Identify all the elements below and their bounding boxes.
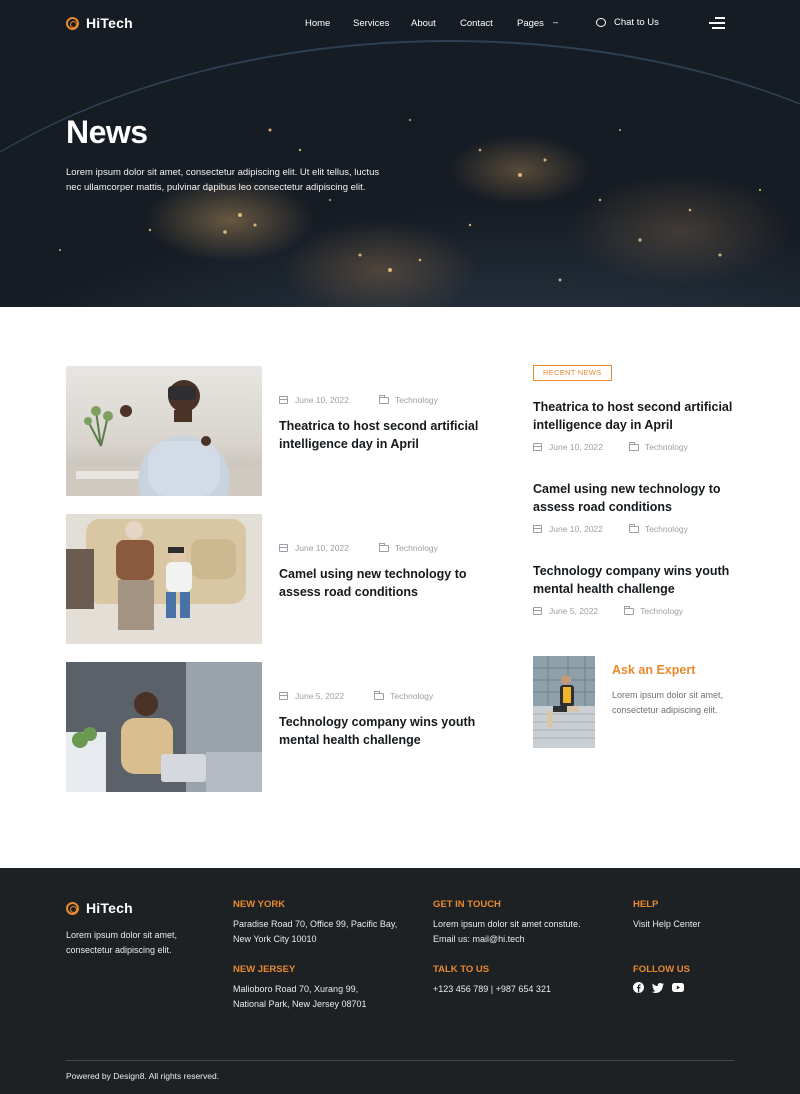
recent-news-meta: June 5, 2022 Technology bbox=[533, 605, 733, 616]
get-in-touch-heading: GET IN TOUCH bbox=[433, 899, 501, 910]
calendar-icon bbox=[279, 692, 288, 700]
twitter-icon[interactable] bbox=[652, 982, 664, 993]
menu-toggle-icon[interactable] bbox=[709, 17, 725, 29]
footer-brand-name: HiTech bbox=[86, 900, 133, 916]
expert-image bbox=[533, 656, 595, 748]
help-center-link[interactable]: Visit Help Center bbox=[633, 917, 700, 932]
new-york-address: Paradise Road 70, Office 99, Pacific Bay… bbox=[233, 919, 398, 944]
recent-news-title[interactable]: Camel using new technology to assess roa… bbox=[533, 480, 733, 516]
new-jersey-heading: NEW JERSEY bbox=[233, 964, 296, 975]
recent-news-title[interactable]: Technology company wins youth mental hea… bbox=[533, 562, 733, 598]
chat-label: Chat to Us bbox=[614, 17, 659, 28]
article-image-laptop-man[interactable] bbox=[66, 662, 262, 792]
chevron-down-icon[interactable]: – bbox=[553, 17, 558, 27]
fingerprint-icon bbox=[66, 901, 79, 915]
ask-expert-text: Lorem ipsum dolor sit amet, consectetur … bbox=[612, 690, 724, 715]
article-date: June 5, 2022 bbox=[295, 691, 345, 701]
nav-services[interactable]: Services bbox=[353, 18, 389, 29]
talk-to-us-heading: TALK TO US bbox=[433, 964, 490, 975]
follow-us-heading: FOLLOW US bbox=[633, 964, 690, 975]
help-heading: HELP bbox=[633, 899, 659, 910]
social-links bbox=[633, 982, 684, 993]
footer-divider bbox=[66, 1060, 734, 1061]
article-title[interactable]: Technology company wins youth mental hea… bbox=[279, 713, 484, 749]
phone-numbers: +123 456 789 | +987 654 321 bbox=[433, 984, 551, 994]
new-jersey-address: Malioboro Road 70, Xurang 99, National P… bbox=[233, 984, 367, 1009]
copyright-text: Powered by Design8. All rights reserved. bbox=[66, 1071, 220, 1081]
ask-expert-title[interactable]: Ask an Expert bbox=[612, 663, 695, 677]
chat-bubble-icon bbox=[596, 18, 606, 27]
brand-logo[interactable]: HiTech bbox=[66, 15, 133, 31]
folder-icon bbox=[374, 690, 385, 700]
article-title[interactable]: Camel using new technology to assess roa… bbox=[279, 565, 484, 601]
recent-news-date: June 5, 2022 bbox=[549, 606, 599, 616]
calendar-icon bbox=[533, 607, 542, 615]
recent-news-meta: June 10, 2022 Technology bbox=[533, 441, 733, 452]
top-navigation: HiTech Home Services About Contact Pages… bbox=[0, 0, 800, 48]
brand-name: HiTech bbox=[86, 15, 133, 31]
recent-news-date: June 10, 2022 bbox=[549, 524, 603, 534]
hero-description: Lorem ipsum dolor sit amet, consectetur … bbox=[66, 167, 380, 193]
recent-news-category[interactable]: Technology bbox=[645, 524, 688, 534]
recent-news-badge: RECENT NEWS bbox=[533, 365, 612, 381]
get-in-touch-text: Lorem ipsum dolor sit amet constute. Ema… bbox=[433, 919, 581, 944]
nav-pages[interactable]: Pages bbox=[517, 18, 544, 29]
folder-icon bbox=[378, 542, 389, 552]
recent-news-title[interactable]: Theatrica to host second artificial inte… bbox=[533, 398, 733, 434]
recent-news-date: June 10, 2022 bbox=[549, 442, 603, 452]
article-category[interactable]: Technology bbox=[395, 395, 438, 405]
footer-logo[interactable]: HiTech bbox=[66, 900, 133, 916]
article-card[interactable]: June 10, 2022 Technology Theatrica to ho… bbox=[66, 366, 486, 496]
folder-icon bbox=[628, 441, 639, 451]
calendar-icon bbox=[279, 544, 288, 552]
article-meta: June 10, 2022 Technology bbox=[279, 542, 438, 553]
folder-icon bbox=[628, 523, 639, 533]
recent-news-meta: June 10, 2022 Technology bbox=[533, 523, 733, 534]
facebook-icon[interactable] bbox=[633, 982, 644, 993]
page-title: News bbox=[66, 114, 148, 150]
article-category[interactable]: Technology bbox=[390, 691, 433, 701]
new-york-heading: NEW YORK bbox=[233, 899, 286, 910]
article-date: June 10, 2022 bbox=[295, 395, 349, 405]
fingerprint-icon bbox=[66, 16, 79, 30]
article-card[interactable]: June 10, 2022 Technology Camel using new… bbox=[66, 514, 486, 644]
calendar-icon bbox=[533, 443, 542, 451]
footer: HiTech Lorem ipsum dolor sit amet, conse… bbox=[0, 868, 800, 1094]
recent-news-item[interactable]: Theatrica to host second artificial inte… bbox=[533, 398, 733, 452]
recent-news-item[interactable]: Camel using new technology to assess roa… bbox=[533, 480, 733, 534]
recent-news-category[interactable]: Technology bbox=[645, 442, 688, 452]
chat-button[interactable]: Chat to Us bbox=[596, 17, 659, 28]
nav-about[interactable]: About bbox=[411, 18, 436, 29]
folder-icon bbox=[378, 394, 389, 404]
article-meta: June 10, 2022 Technology bbox=[279, 394, 438, 405]
nav-contact[interactable]: Contact bbox=[460, 18, 493, 29]
article-category[interactable]: Technology bbox=[395, 543, 438, 553]
article-card[interactable]: June 5, 2022 Technology Technology compa… bbox=[66, 662, 486, 792]
article-meta: June 5, 2022 Technology bbox=[279, 690, 433, 701]
article-image-family-sofa[interactable] bbox=[66, 514, 262, 644]
recent-news-category[interactable]: Technology bbox=[640, 606, 683, 616]
calendar-icon bbox=[533, 525, 542, 533]
nav-home[interactable]: Home bbox=[305, 18, 330, 29]
recent-news-item[interactable]: Technology company wins youth mental hea… bbox=[533, 562, 733, 616]
article-image-vr-headset[interactable] bbox=[66, 366, 262, 496]
footer-description: Lorem ipsum dolor sit amet, consectetur … bbox=[66, 930, 178, 955]
article-date: June 10, 2022 bbox=[295, 543, 349, 553]
article-title[interactable]: Theatrica to host second artificial inte… bbox=[279, 417, 484, 453]
folder-icon bbox=[624, 605, 635, 615]
hero-banner: HiTech Home Services About Contact Pages… bbox=[0, 0, 800, 307]
youtube-icon[interactable] bbox=[672, 983, 684, 992]
calendar-icon bbox=[279, 396, 288, 404]
